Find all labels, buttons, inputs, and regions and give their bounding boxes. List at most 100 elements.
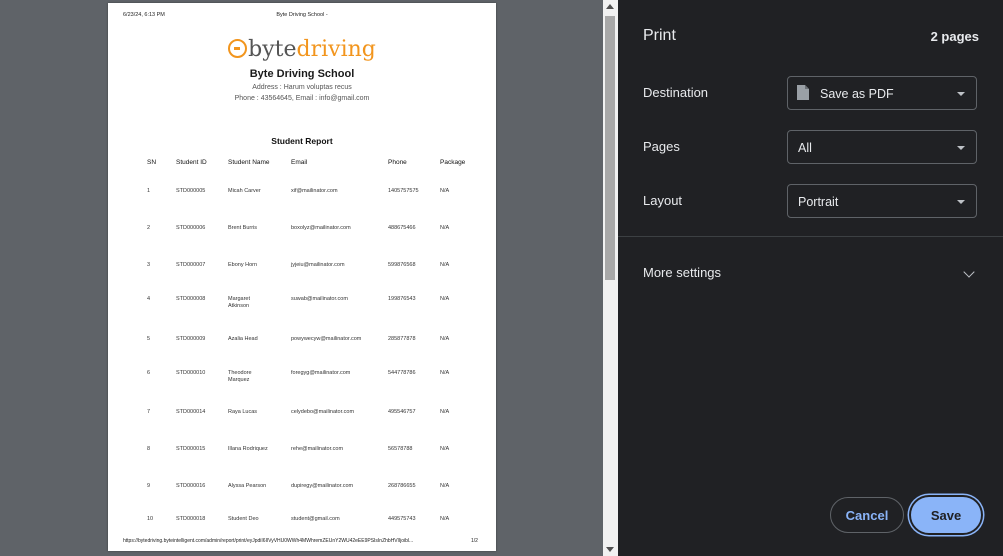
cell-phone: 199876543 [388,296,416,302]
cell-package: N/A [440,516,450,522]
cell-phone: 1405757575 [388,188,419,194]
file-icon [797,85,809,100]
cell-phone: 449575743 [388,516,416,522]
logo-text-driving: driving [296,37,376,62]
cell-phone: 268786655 [388,483,416,489]
pages-select[interactable]: All [787,130,977,164]
cell-sn: 6 [147,370,151,376]
school-name: Byte Driving School [249,68,355,80]
page-footer-number: 1/2 [471,538,478,544]
cell-id: STD000014 [176,409,206,415]
cell-name: Azalia Head [228,336,258,342]
cell-name: Ebony Horn [228,262,258,268]
cell-phone: 495546757 [388,409,416,415]
cell-sn: 8 [147,446,151,452]
cell-package: N/A [440,483,450,489]
column-header-phone: Phone [388,159,407,166]
cell-id: STD000008 [176,296,206,302]
preview-scrollbar[interactable] [603,0,618,556]
cell-package: N/A [440,262,450,268]
cell-email: celydebo@mailinator.com [291,409,355,415]
cell-email: rehe@mailinator.com [291,446,344,452]
layout-select[interactable]: Portrait [787,184,977,218]
destination-value: Save as PDF [820,87,894,101]
cell-name: Student Deo [228,516,259,522]
cell-sn: 10 [147,516,154,522]
layout-label: Layout [643,193,683,208]
cell-email: foregyg@mailinator.com [291,370,351,376]
save-button[interactable]: Save [911,497,981,533]
cell-sn: 1 [147,188,151,194]
cell-name: Theodore Marquez [228,370,252,383]
chevron-down-icon [957,92,965,96]
cell-name: Margaret Atkinson [228,296,251,309]
cell-email: jyjeiu@mailinator.com [291,262,345,268]
cell-id: STD000016 [176,483,206,489]
cancel-button[interactable]: Cancel [830,497,904,533]
cell-package: N/A [440,446,450,452]
cell-email: dupiregy@mailinator.com [291,483,354,489]
cell-sn: 5 [147,336,151,342]
print-preview-area[interactable]: 6/23/24, 6:13 PM Byte Driving School - b… [0,0,603,556]
cell-id: STD000006 [176,225,206,231]
cell-package: N/A [440,370,450,376]
layout-value: Portrait [798,195,839,209]
preview-page: 6/23/24, 6:13 PM Byte Driving School - b… [108,3,496,551]
column-header-sn: SN [147,159,157,166]
page-count: 2 pages [930,29,979,44]
cell-phone: 599876568 [388,262,416,268]
more-settings-toggle[interactable]: More settings [643,265,721,280]
scroll-down-arrow-icon[interactable] [606,547,614,552]
cell-name: Brent Burris [228,225,258,231]
column-header-student-id: Student ID [176,159,207,166]
cell-package: N/A [440,409,450,415]
page-header-title: Byte Driving School - [276,12,328,18]
cell-name: Illana Rodriquez [228,446,268,452]
cell-email: student@gmail.com [291,516,340,522]
cell-email: boxolyz@mailinator.com [291,225,351,231]
column-header-email: Email [291,159,308,166]
chevron-down-icon [957,146,965,150]
scrollbar-thumb[interactable] [605,16,615,280]
print-settings-panel: Print 2 pages Destination Save as PDF Pa… [618,0,1003,556]
print-title: Print [643,27,676,44]
cell-name: Raya Lucas [228,409,258,415]
logo-text-byte: byte [248,37,297,62]
cell-id: STD000015 [176,446,206,452]
pages-value: All [798,141,812,155]
cell-sn: 3 [147,262,151,268]
cell-id: STD000009 [176,336,206,342]
cell-email: xif@mailinator.com [291,188,338,194]
report-title: Student Report [271,136,333,146]
school-logo: bytedriving [108,37,496,62]
cell-package: N/A [440,296,450,302]
page-footer-url: https://bytedriving.byteintelligent.com/… [123,538,414,544]
destination-select[interactable]: Save as PDF [787,76,977,110]
cell-id: STD000018 [176,516,206,522]
destination-label: Destination [643,85,709,100]
logo-mark-icon [228,39,248,58]
cell-id: STD000010 [176,370,206,376]
chevron-down-icon [957,200,965,204]
cell-name: Alyssa Pearson [228,483,267,489]
cell-phone: 56578788 [388,446,413,452]
cell-sn: 9 [147,483,151,489]
cell-sn: 7 [147,409,151,415]
column-header-student-name: Student Name [228,159,270,166]
school-contact: Phone : 43564645, Email : info@gmail.com [234,95,370,102]
cell-name: Micah Carver [228,188,261,194]
cell-package: N/A [440,188,450,194]
cell-sn: 4 [147,296,151,302]
scroll-up-arrow-icon[interactable] [606,4,614,9]
cell-email: powywecyw@mailinator.com [291,336,362,342]
expand-chevron-icon[interactable] [963,266,975,278]
cell-id: STD000007 [176,262,206,268]
cell-package: N/A [440,336,450,342]
column-header-package: Package [440,159,466,166]
cell-phone: 544778786 [388,370,416,376]
cell-id: STD000005 [176,188,206,194]
cell-email: suwab@mailinator.com [291,296,348,302]
cell-sn: 2 [147,225,151,231]
cell-phone: 488675466 [388,225,416,231]
cell-package: N/A [440,225,450,231]
